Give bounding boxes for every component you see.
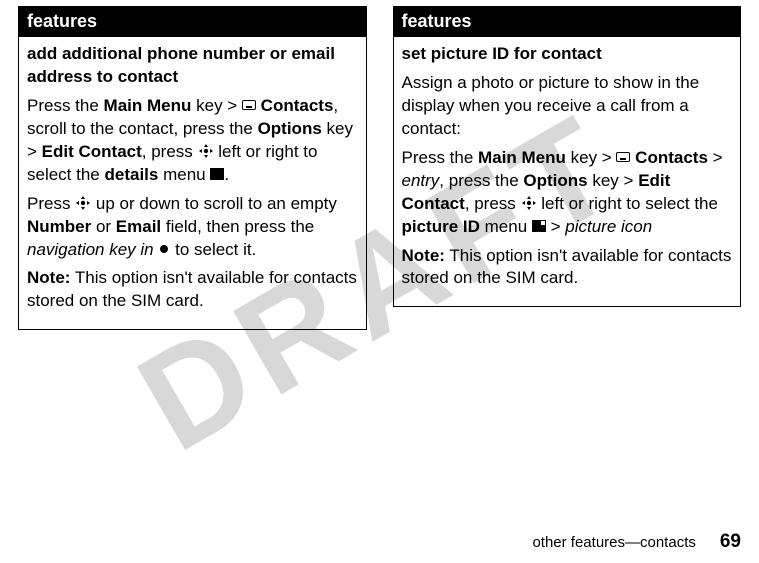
right-header: features: [393, 7, 741, 37]
right-note: Note: This option isn't available for co…: [402, 245, 733, 291]
picture-icon-label: picture icon: [565, 217, 652, 236]
left-cell: add additional phone number or email add…: [19, 37, 367, 330]
contacts-label: Contacts: [630, 148, 707, 167]
details-menu-label: details: [105, 165, 159, 184]
text: menu: [480, 217, 532, 236]
nav-key-icon: [198, 143, 214, 159]
page-number: 69: [720, 531, 741, 553]
page-content: features add additional phone number or …: [0, 0, 759, 330]
left-paragraph-1: Press the Main Menu key > Contacts, scro…: [27, 95, 358, 187]
right-column: features set picture ID for contact Assi…: [393, 6, 742, 330]
text: key >: [191, 96, 242, 115]
page-footer: other features—contacts 69: [532, 531, 741, 553]
entry-label: entry: [402, 171, 440, 190]
email-field-label: Email: [116, 217, 161, 236]
text: .: [224, 165, 229, 184]
main-menu-key-label: Main Menu: [104, 96, 192, 115]
note-text: This option isn't available for contacts…: [27, 268, 357, 310]
text: Press the: [402, 148, 479, 167]
left-feature-title: add additional phone number or email add…: [27, 43, 358, 89]
text: , press: [142, 142, 198, 161]
left-table: features add additional phone number or …: [18, 6, 367, 330]
options-key-label: Options: [258, 119, 322, 138]
edit-contact-label: Edit Contact: [42, 142, 142, 161]
text: key >: [588, 171, 639, 190]
text: or: [91, 217, 116, 236]
text: , press: [465, 194, 521, 213]
text: >: [708, 148, 723, 167]
left-note: Note: This option isn't available for co…: [27, 267, 358, 313]
picture-tab-icon: [532, 220, 546, 232]
right-paragraph-1: Assign a photo or picture to show in the…: [402, 72, 733, 141]
note-label: Note:: [402, 246, 445, 265]
softkey-icon: [242, 100, 256, 110]
note-label: Note:: [27, 268, 70, 287]
right-paragraph-2: Press the Main Menu key > Contacts > ent…: [402, 147, 733, 239]
text: menu: [158, 165, 210, 184]
softkey-icon: [616, 152, 630, 162]
picture-id-label: picture ID: [402, 217, 480, 236]
footer-section: other features—contacts: [532, 534, 695, 551]
main-menu-key-label: Main Menu: [478, 148, 566, 167]
right-table: features set picture ID for contact Assi…: [393, 6, 742, 307]
left-paragraph-2: Press up or down to scroll to an empty N…: [27, 193, 358, 262]
note-text: This option isn't available for contacts…: [402, 246, 732, 288]
right-feature-title: set picture ID for contact: [402, 43, 733, 66]
text: key >: [566, 148, 617, 167]
details-tab-icon: [210, 168, 224, 180]
text: Press the: [27, 96, 104, 115]
navigation-key-in-label: navigation key in: [27, 240, 154, 259]
text: , press the: [439, 171, 523, 190]
text: field, then press the: [161, 217, 314, 236]
left-header: features: [19, 7, 367, 37]
number-field-label: Number: [27, 217, 91, 236]
text: up or down to scroll to an empty: [91, 194, 337, 213]
nav-key-icon: [75, 195, 91, 211]
options-key-label: Options: [523, 171, 587, 190]
nav-key-icon: [521, 195, 537, 211]
center-key-icon: [158, 243, 170, 255]
right-cell: set picture ID for contact Assign a phot…: [393, 37, 741, 307]
text: left or right to select the: [537, 194, 718, 213]
text: Press: [27, 194, 75, 213]
contacts-label: Contacts: [256, 96, 333, 115]
text: to select it.: [170, 240, 256, 259]
left-column: features add additional phone number or …: [18, 6, 367, 330]
text: >: [546, 217, 565, 236]
